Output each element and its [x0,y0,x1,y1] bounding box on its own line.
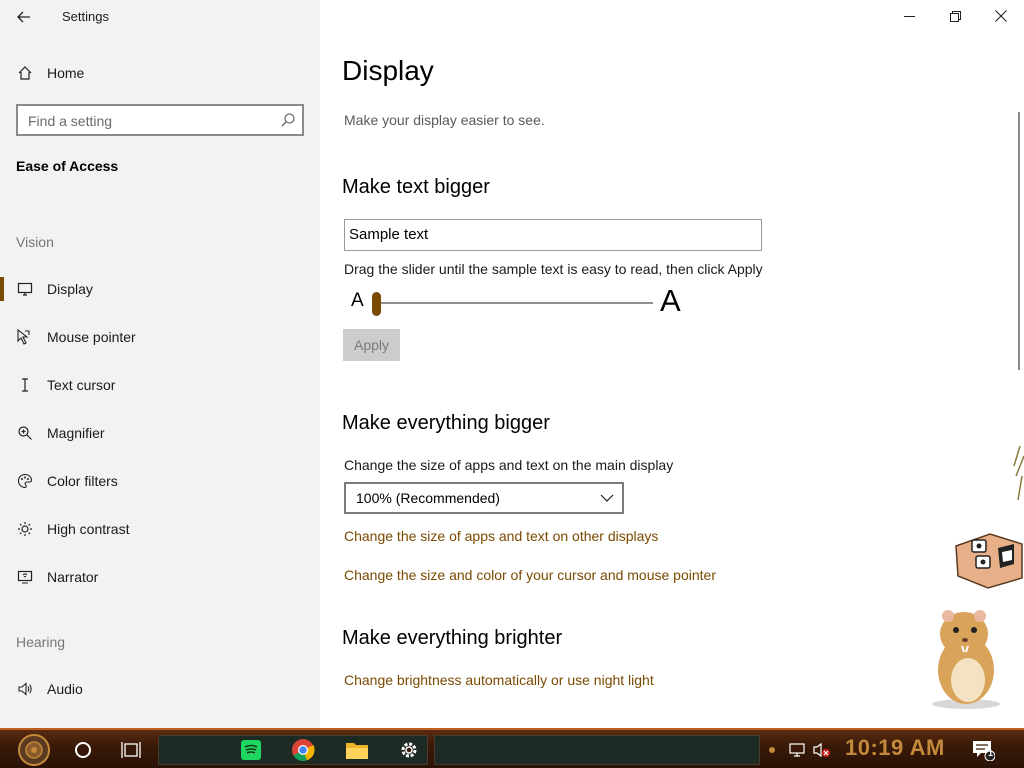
text-cursor-icon [15,375,35,395]
apply-button[interactable]: Apply [343,329,400,361]
scrollbar[interactable] [1018,112,1020,370]
narrator-icon [15,567,35,587]
pointer-icon [15,327,35,347]
chrome-icon [292,739,315,761]
text-size-slider-track[interactable] [377,302,653,304]
heading-make-everything-bigger: Make everything bigger [342,412,550,434]
chevron-up-icon [769,747,775,753]
magnifier-icon [15,423,35,443]
slider-min-label: A [351,290,364,311]
slider-max-label: A [660,283,681,318]
action-center-button[interactable]: 1 [968,733,998,767]
file-explorer-button[interactable] [340,733,374,767]
link-cursor-settings[interactable]: Change the size and color of your cursor… [344,567,716,583]
page-title: Display [342,55,434,86]
task-view-icon [121,742,141,758]
sidebar-item-color-filters[interactable]: Color filters [0,461,320,501]
cortana-button[interactable] [68,733,98,767]
search-input[interactable] [28,111,268,131]
spotify-button[interactable] [234,733,268,767]
chrome-button[interactable] [286,733,320,767]
mascot-face-icon [955,533,1023,589]
sidebar-item-label: Home [47,65,85,81]
text-size-slider-thumb[interactable] [372,292,381,316]
task-view-button[interactable] [116,733,146,767]
settings-taskbar-button[interactable] [392,733,426,767]
back-arrow-icon [17,11,30,23]
page-subtitle: Make your display easier to see. [344,112,545,128]
minimize-icon [903,15,915,17]
back-button[interactable] [10,6,38,28]
scale-dropdown[interactable]: 100% (Recommended) [344,482,624,514]
group-label-vision: Vision [16,234,54,250]
spotify-icon [241,740,261,760]
taskbar-running-panel [434,735,760,765]
tray-overflow-button[interactable] [764,733,780,767]
heading-make-everything-brighter: Make everything brighter [342,627,563,649]
close-button[interactable] [978,0,1024,32]
volume-muted-icon [813,742,830,758]
palette-icon [15,471,35,491]
restore-icon [949,10,961,22]
scale-dropdown-value: 100% (Recommended) [356,490,500,506]
sidebar-item-display[interactable]: Display [0,269,320,309]
start-gear-icon [18,734,50,766]
search-box[interactable] [16,104,304,136]
scale-description: Change the size of apps and text on the … [344,457,674,473]
heading-make-text-bigger: Make text bigger [342,176,490,198]
section-title: Ease of Access [16,158,119,174]
network-icon [789,743,805,757]
link-other-displays[interactable]: Change the size of apps and text on othe… [344,528,658,544]
sidebar-item-high-contrast[interactable]: High contrast [0,509,320,549]
hamster-mascot-icon [932,610,1000,709]
taskbar-clock[interactable]: 10:19 AM [845,735,945,761]
restore-button[interactable] [932,0,978,32]
close-icon [995,10,1007,22]
sidebar-item-magnifier[interactable]: Magnifier [0,413,320,453]
taskbar: 10:19 AM 1 [0,728,1024,768]
group-label-hearing: Hearing [16,634,66,650]
volume-button[interactable] [810,733,834,767]
sidebar-item-narrator[interactable]: Narrator [0,557,320,597]
sun-icon [15,519,35,539]
file-explorer-icon [346,743,368,759]
minimize-button[interactable] [886,0,932,32]
speaker-icon [15,679,35,699]
home-icon [15,63,35,83]
sidebar-item-label: Mouse pointer [47,329,136,345]
sidebar-item-home[interactable]: Home [0,53,320,93]
app-title: Settings [62,9,109,24]
notification-count-badge: 1 [988,748,994,758]
sample-text-preview: Sample text [344,219,762,251]
slider-hint: Drag the slider until the sample text is… [344,261,763,277]
cortana-icon [75,742,91,758]
sidebar-item-label: High contrast [47,521,130,537]
start-button[interactable] [12,733,56,767]
search-icon[interactable] [280,112,296,128]
link-night-light[interactable]: Change brightness automatically or use n… [344,672,654,688]
settings-gear-icon [401,742,417,758]
settings-sidebar: Settings Home Ease of Access Vision Disp… [0,0,320,728]
sidebar-item-label: Narrator [47,569,99,585]
sidebar-item-label: Display [47,281,93,297]
sidebar-item-mouse-pointer[interactable]: Mouse pointer [0,317,320,357]
chevron-down-icon [600,494,614,502]
network-button[interactable] [786,733,808,767]
sidebar-item-text-cursor[interactable]: Text cursor [0,365,320,405]
plant-decoration-icon [1013,446,1024,501]
sidebar-item-label: Text cursor [47,377,116,393]
sidebar-item-audio[interactable]: Audio [0,669,320,709]
monitor-icon [15,279,35,299]
sidebar-item-label: Magnifier [47,425,105,441]
sidebar-item-label: Color filters [47,473,118,489]
sidebar-item-label: Audio [47,681,83,697]
